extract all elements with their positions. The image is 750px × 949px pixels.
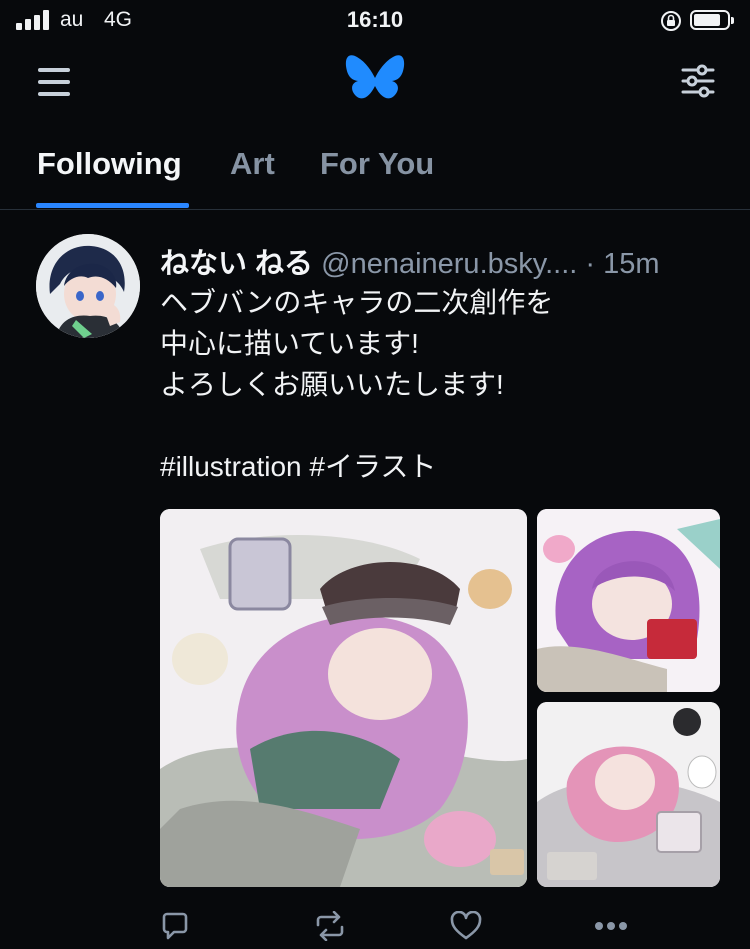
- separator-dot: ·: [585, 248, 596, 280]
- menu-icon[interactable]: [36, 66, 72, 98]
- post-header: ねない ねる @nenaineru.bsky.... · 15m: [160, 240, 660, 282]
- more-icon[interactable]: [594, 921, 628, 931]
- artwork-top-right-image[interactable]: [537, 509, 720, 692]
- tab-art[interactable]: Art: [230, 146, 275, 182]
- post-text: ヘブバンのキャラの二次創作を 中心に描いています! よろしくお願いいたします! …: [160, 282, 720, 487]
- feed-settings-icon[interactable]: [680, 64, 716, 98]
- butterfly-logo-icon[interactable]: [344, 54, 406, 108]
- hashtags[interactable]: #illustration #イラスト: [160, 446, 720, 487]
- avatar[interactable]: [36, 234, 140, 338]
- active-tab-indicator: [36, 203, 189, 208]
- tab-for-you[interactable]: For You: [320, 146, 434, 182]
- like-icon[interactable]: [450, 911, 482, 941]
- artwork-main-image[interactable]: [160, 509, 527, 887]
- post-text-line: ヘブバンのキャラの二次創作を: [160, 287, 554, 318]
- post-text-line: よろしくお願いいたします!: [160, 369, 504, 400]
- post-actions: [0, 905, 750, 949]
- rotation-lock-icon: [661, 11, 681, 31]
- status-bar: au 4G 16:10: [0, 0, 750, 44]
- post-text-line: 中心に描いています!: [160, 328, 419, 359]
- header-divider: [0, 209, 750, 210]
- feed-tabs: Following Art For You: [0, 130, 750, 210]
- artwork-bottom-right-image[interactable]: [537, 702, 720, 887]
- repost-icon[interactable]: [312, 911, 348, 941]
- reply-icon[interactable]: [160, 911, 190, 941]
- author-name[interactable]: ねない ねる: [160, 248, 313, 280]
- tab-following[interactable]: Following: [37, 146, 182, 182]
- battery-icon: [690, 10, 734, 30]
- post-time[interactable]: 15m: [603, 248, 659, 280]
- author-handle[interactable]: @nenaineru.bsky....: [321, 248, 577, 280]
- post-text-line: [160, 405, 720, 446]
- status-time: 16:10: [346, 7, 404, 32]
